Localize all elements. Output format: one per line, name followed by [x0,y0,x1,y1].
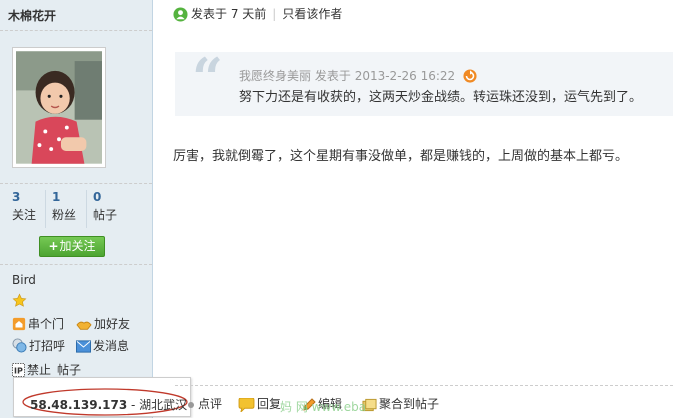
reply-icon [238,397,255,414]
avatar-photo [16,51,102,164]
watermark: 妈 网 www.eba [280,400,367,414]
add-friend-label: 加好友 [94,317,131,331]
message-label: 发消息 [93,339,130,353]
reply-button[interactable]: 回复 [238,396,282,414]
stat-label: 粉丝 [52,208,77,222]
quote-timestamp: 2013-2-26 16:22 [354,69,456,83]
quote-meta: 我愿终身美丽 发表于 2013-2-26 16:22 [239,67,477,84]
divider [175,385,673,386]
stat-following[interactable]: 3 关注 [12,190,36,222]
greet-label: 打招呼 [29,339,66,353]
header-separator: | [272,7,277,21]
ip-icon: IP [12,363,25,377]
quote-mark-icon: “ [192,46,224,110]
divider [0,30,152,31]
ban-label: 禁止 [27,363,52,377]
star-icon [12,293,27,311]
greet-button[interactable]: 打招呼 [12,338,65,354]
reply-label: 回复 [257,397,282,411]
follow-button-label: 加关注 [59,239,96,253]
quote-block: “ 我愿终身美丽 发表于 2013-2-26 16:22 努下力还是有收获的，这… [175,48,673,116]
home-icon [12,317,26,331]
greet-icon [12,338,27,353]
divider [0,183,152,184]
ban-posts-label: 帖子 [57,363,82,377]
quote-posted-label: 发表于 [314,69,351,83]
aggregate-label: 聚合到帖子 [379,397,440,411]
visit-label: 串个门 [28,317,65,331]
author-sidebar: 木棉花开 3 关注 1 粉丝 0 帖子 +加关注 Bird 串个门 加好友 打招… [0,0,153,418]
user-group[interactable]: Bird [12,273,36,287]
online-user-icon [173,7,188,22]
stat-divider [45,190,46,228]
ip-location: 湖北武汉 [139,398,188,412]
plus-icon: + [48,239,59,253]
message-button[interactable]: 发消息 [76,338,129,354]
mail-icon [76,340,91,353]
post-time: 发表于 7 天前 [191,7,267,21]
author-username[interactable]: 木棉花开 [8,7,56,24]
rate-label: 点评 [198,397,223,411]
post-body: 厉害，我就倒霉了，这个星期有事没做单，都是赚钱的，上周做的基本上都亏。 [173,149,629,164]
add-friend-button[interactable]: 加好友 [76,316,130,332]
ip-address: 58.48.139.173 [30,398,128,412]
only-author-link[interactable]: 只看该作者 [282,7,342,21]
follow-button[interactable]: +加关注 [39,236,105,257]
stat-followers[interactable]: 1 粉丝 [52,190,76,222]
visit-button[interactable]: 串个门 [12,316,64,332]
svg-text:IP: IP [14,367,23,376]
stat-value: 0 [93,190,102,204]
ip-address-line: 58.48.139.173 - 湖北武汉 [30,396,187,413]
jump-to-post-icon[interactable] [463,69,477,83]
ip-tooltip: 58.48.139.173 - 湖北武汉 [13,377,191,417]
add-friend-icon [76,321,92,330]
comment-icon [188,402,194,408]
stat-label: 帖子 [93,208,118,222]
stat-posts[interactable]: 0 帖子 [93,190,117,222]
avatar[interactable] [12,47,106,168]
quote-author: 我愿终身美丽 [239,69,312,83]
divider [0,264,152,265]
ban-ip-button[interactable]: IP 禁止 帖子 [12,362,81,378]
rate-button[interactable]: 点评 [186,396,222,412]
aggregate-button[interactable]: 聚合到帖子 [362,396,439,412]
quote-text: 努下力还是有收获的，这两天炒金战绩。转运珠还没到，运气先到了。 [239,90,643,105]
stat-value: 1 [52,190,61,204]
stat-label: 关注 [12,208,37,222]
ip-separator: - [127,398,140,412]
stat-divider [86,190,87,228]
post-header: 发表于 7 天前 | 只看该作者 [173,6,342,22]
stat-value: 3 [12,190,21,204]
